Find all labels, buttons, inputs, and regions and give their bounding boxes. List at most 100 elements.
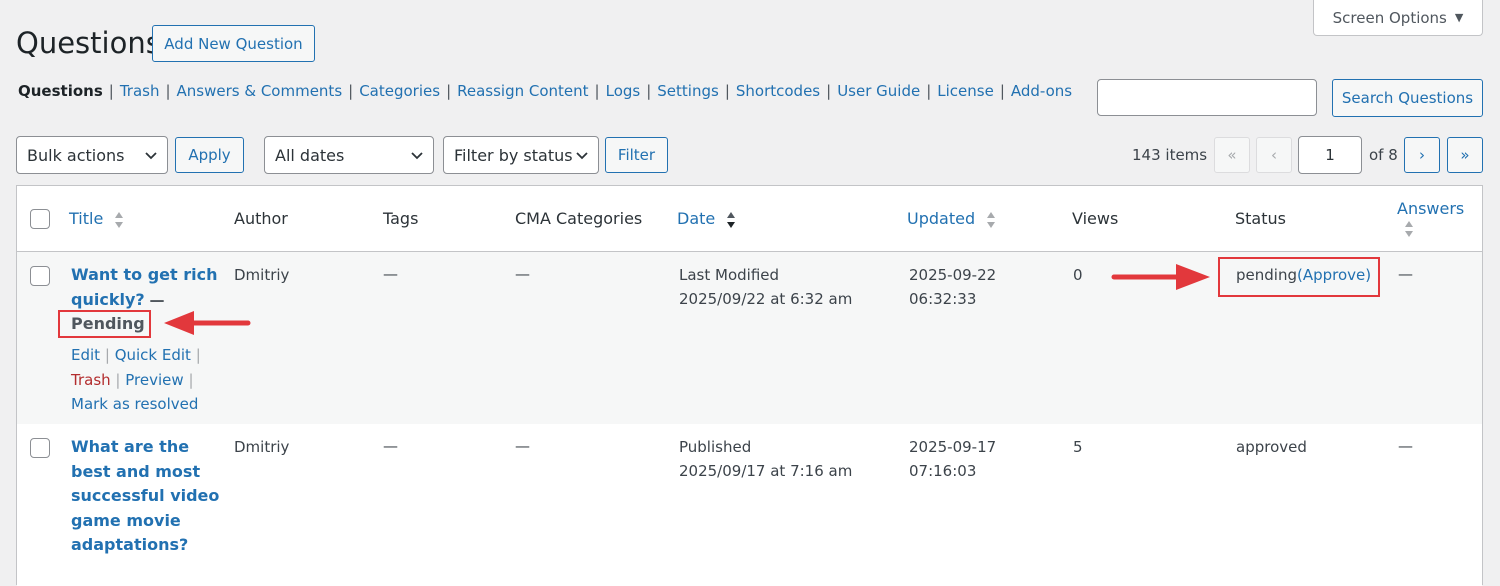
views-cell: 5 xyxy=(1073,438,1083,456)
author-link[interactable]: Dmitriy xyxy=(234,435,289,459)
row-actions: Edit | Quick Edit | Trash | Preview | Ma… xyxy=(71,343,221,417)
tags-cell: — xyxy=(383,437,398,455)
sort-icon xyxy=(115,211,124,228)
arrow-right-icon xyxy=(1111,264,1210,290)
column-tags: Tags xyxy=(383,209,419,228)
subnav-separator: | xyxy=(724,82,730,100)
dates-value: All dates xyxy=(275,145,345,165)
apply-button[interactable]: Apply xyxy=(175,137,244,173)
subnav-item-add-ons[interactable]: Add-ons xyxy=(1011,82,1072,100)
quick-edit-link[interactable]: Quick Edit xyxy=(115,346,191,364)
table-row: What are the best and most successful vi… xyxy=(17,424,1482,586)
question-title-link[interactable]: What are the best and most successful vi… xyxy=(71,435,221,558)
subnav-item-reassign-content[interactable]: Reassign Content xyxy=(457,82,588,100)
subnav-separator: | xyxy=(594,82,600,100)
categories-cell: — xyxy=(515,437,530,455)
column-answers-label: Answers xyxy=(1397,199,1465,218)
sort-icon xyxy=(987,211,996,228)
date-cell: Published 2025/09/17 at 7:16 am xyxy=(679,435,852,483)
filter-button[interactable]: Filter xyxy=(605,137,668,173)
edit-link[interactable]: Edit xyxy=(71,346,100,364)
status-filter-value: Filter by status xyxy=(454,145,573,165)
date-value: 2025/09/22 at 6:32 am xyxy=(679,290,853,308)
column-author: Author xyxy=(234,209,288,228)
bulk-actions-select[interactable]: Bulk actions xyxy=(16,136,168,174)
screen-options-button[interactable]: Screen Options ▼ xyxy=(1313,0,1483,36)
column-updated-label: Updated xyxy=(907,209,976,228)
table-header: Title Author Tags CMA Categories Date Up… xyxy=(17,186,1482,252)
sort-desc-icon xyxy=(727,211,736,228)
subnav-separator: | xyxy=(646,82,652,100)
caret-down-icon: ▼ xyxy=(1454,11,1464,24)
status-filter-select[interactable]: Filter by status xyxy=(443,136,599,174)
subnav: Questions | Trash | Answers & Comments | Categ… xyxy=(18,82,1072,100)
subnav-item-settings[interactable]: Settings xyxy=(657,82,719,100)
dates-select[interactable]: All dates xyxy=(264,136,434,174)
add-new-question-button[interactable]: Add New Question xyxy=(152,25,315,62)
search-input[interactable] xyxy=(1097,79,1317,116)
total-pages: of 8 xyxy=(1369,146,1398,164)
subnav-separator: | xyxy=(108,82,114,100)
views-cell: 0 xyxy=(1073,266,1083,284)
select-all-checkbox[interactable] xyxy=(30,209,50,229)
categories-cell: — xyxy=(515,265,530,283)
trash-link[interactable]: Trash xyxy=(71,371,111,389)
prev-page-button[interactable]: ‹ xyxy=(1256,137,1292,173)
date-status: Published xyxy=(679,438,752,456)
status-cell: approved xyxy=(1236,438,1307,456)
column-updated[interactable]: Updated xyxy=(907,209,996,229)
subnav-separator: | xyxy=(348,82,354,100)
title-dash: — xyxy=(149,290,165,309)
next-page-button[interactable]: › xyxy=(1404,137,1440,173)
search-questions-button[interactable]: Search Questions xyxy=(1332,79,1483,117)
updated-cell: 2025-09-22 06:32:33 xyxy=(909,263,996,311)
column-status: Status xyxy=(1235,209,1286,228)
updated-time: 07:16:03 xyxy=(909,462,977,480)
action-separator: | xyxy=(188,370,194,389)
action-separator: | xyxy=(115,370,121,389)
column-cma-categories: CMA Categories xyxy=(515,209,643,228)
subnav-item-questions[interactable]: Questions xyxy=(18,82,103,100)
date-cell: Last Modified 2025/09/22 at 6:32 am xyxy=(679,263,852,311)
updated-date: 2025-09-22 xyxy=(909,266,997,284)
items-count: 143 items xyxy=(1132,146,1208,164)
column-answers[interactable]: Answers xyxy=(1397,199,1464,238)
preview-link[interactable]: Preview xyxy=(125,371,183,389)
subnav-separator: | xyxy=(999,82,1005,100)
subnav-item-categories[interactable]: Categories xyxy=(359,82,440,100)
column-title[interactable]: Title xyxy=(69,209,124,229)
subnav-item-user-guide[interactable]: User Guide xyxy=(837,82,920,100)
last-page-button[interactable]: » xyxy=(1447,137,1483,173)
chevron-down-icon xyxy=(145,152,157,160)
subnav-separator: | xyxy=(165,82,171,100)
subnav-item-license[interactable]: License xyxy=(937,82,994,100)
row-checkbox[interactable] xyxy=(30,266,50,286)
pending-highlight-box xyxy=(58,310,151,338)
question-title-link[interactable]: Want to get rich quickly? xyxy=(71,265,217,309)
subnav-item-trash[interactable]: Trash xyxy=(120,82,160,100)
tags-cell: — xyxy=(383,265,398,283)
column-title-label: Title xyxy=(69,209,104,228)
subnav-separator: | xyxy=(926,82,932,100)
page-title: Questions xyxy=(16,26,161,60)
answers-cell: — xyxy=(1398,437,1413,455)
updated-date: 2025-09-17 xyxy=(909,438,997,456)
column-date[interactable]: Date xyxy=(677,209,736,229)
subnav-item-answers-comments[interactable]: Answers & Comments xyxy=(177,82,343,100)
status-highlight-box xyxy=(1218,257,1380,297)
arrow-left-icon xyxy=(164,311,251,335)
subnav-item-shortcodes[interactable]: Shortcodes xyxy=(736,82,820,100)
row-checkbox[interactable] xyxy=(30,438,50,458)
mark-resolved-link[interactable]: Mark as resolved xyxy=(71,395,198,413)
subnav-separator: | xyxy=(826,82,832,100)
author-link[interactable]: Dmitriy xyxy=(234,263,289,287)
current-page-input[interactable]: 1 xyxy=(1298,136,1362,174)
questions-table: Title Author Tags CMA Categories Date Up… xyxy=(16,185,1483,586)
first-page-button[interactable]: « xyxy=(1214,137,1250,173)
action-separator: | xyxy=(195,346,201,364)
updated-cell: 2025-09-17 07:16:03 xyxy=(909,435,996,483)
chevron-down-icon xyxy=(411,152,423,160)
column-date-label: Date xyxy=(677,209,716,228)
subnav-item-logs[interactable]: Logs xyxy=(606,82,641,100)
updated-time: 06:32:33 xyxy=(909,290,977,308)
